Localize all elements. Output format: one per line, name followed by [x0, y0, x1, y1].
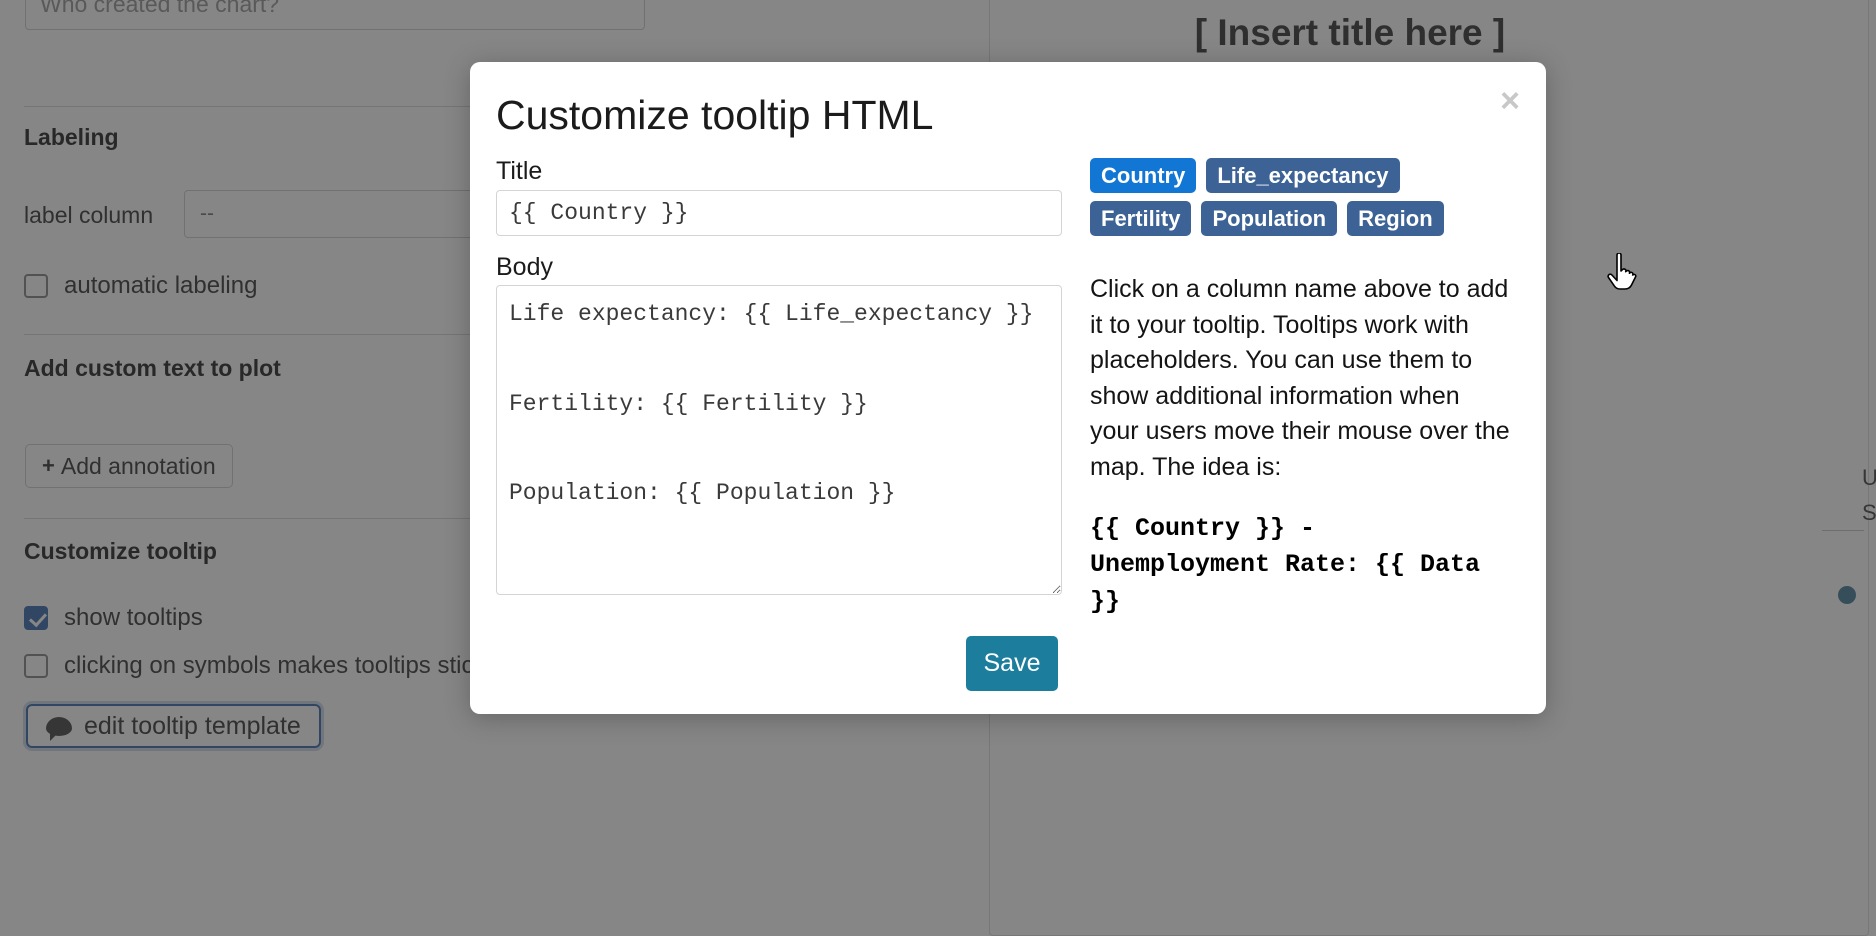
modal-form-column: Title Body Life expectancy: {{ Life_expe…	[470, 157, 1066, 620]
column-badge-life_expectancy[interactable]: Life_expectancy	[1206, 158, 1400, 193]
modal-body: Title Body Life expectancy: {{ Life_expe…	[470, 157, 1546, 620]
tooltip-body-textarea[interactable]: Life expectancy: {{ Life_expectancy }} F…	[496, 285, 1062, 595]
title-field-label: Title	[496, 157, 543, 185]
helper-example-code: {{ Country }} - Unemployment Rate: {{ Da…	[1090, 514, 1481, 616]
close-icon[interactable]: ×	[1500, 84, 1520, 118]
column-badge-country[interactable]: Country	[1090, 158, 1197, 193]
helper-text: Click on a column name above to add it t…	[1090, 275, 1510, 481]
modal-help-column: Country Life_expectancy Fertility Populatio…	[1066, 158, 1536, 620]
tooltip-title-input[interactable]	[496, 189, 1062, 236]
column-badge-fertility[interactable]: Fertility	[1090, 201, 1192, 236]
column-name-badge-list: Country Life_expectancy Fertility Populatio…	[1090, 158, 1500, 236]
body-field-label: Body	[496, 252, 553, 281]
column-badge-region[interactable]: Region	[1347, 201, 1444, 236]
save-button[interactable]: Save	[966, 636, 1058, 691]
modal-title: Customize tooltip HTML	[496, 92, 934, 138]
column-badge-population[interactable]: Population	[1201, 201, 1338, 236]
customize-tooltip-modal: × Customize tooltip HTML Title Body Life…	[470, 62, 1637, 714]
